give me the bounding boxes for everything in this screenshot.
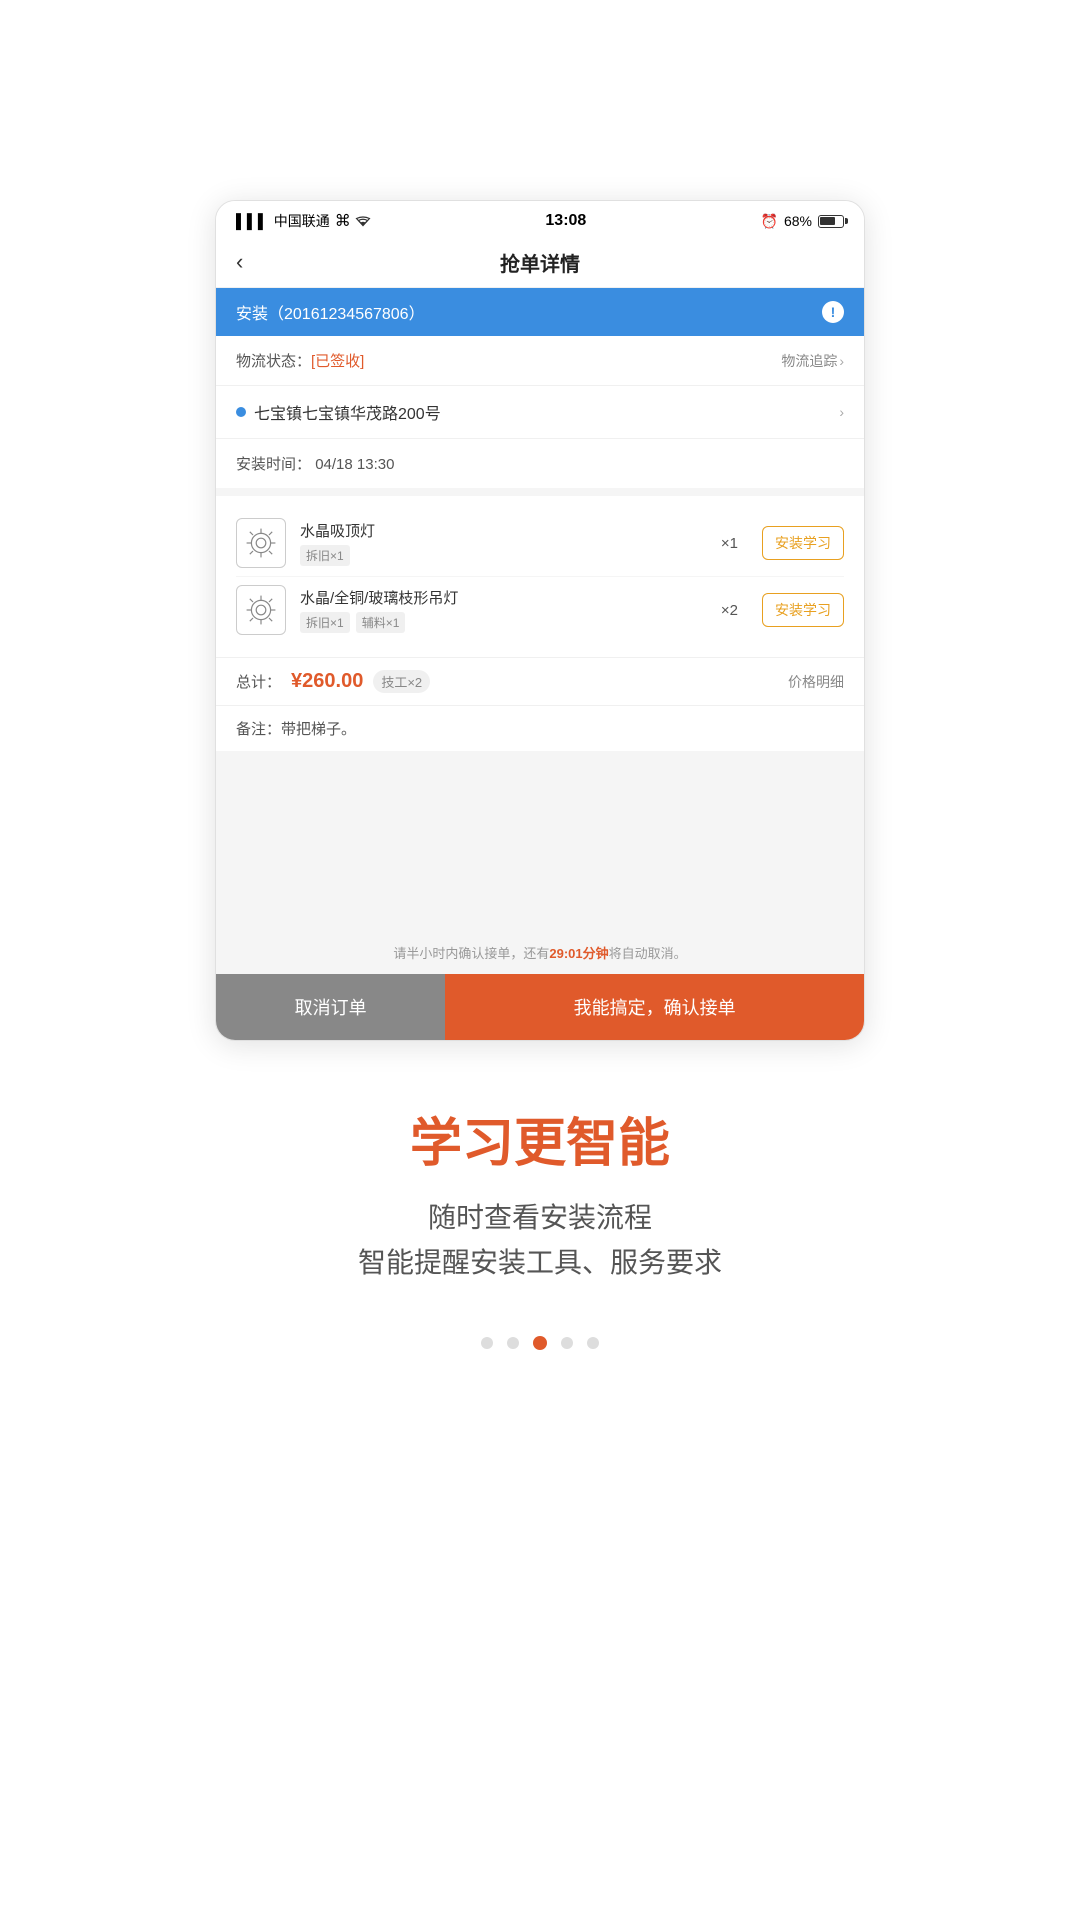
wifi-icon: ⌘	[335, 211, 371, 231]
order-banner: 安装（20161234567806） !	[216, 288, 864, 336]
product-name-1: 水晶吸顶灯	[300, 520, 707, 541]
timer-before: 请半小时内确认接单，还有	[393, 946, 549, 961]
total-label: 总计：	[236, 671, 281, 692]
install-time-row: 安装时间： 04/18 13:30	[216, 438, 864, 488]
battery-pct: 68%	[784, 213, 812, 229]
product-icon-2	[236, 585, 286, 635]
page-title: 抢单详情	[500, 248, 580, 277]
bottom-btns: 取消订单 我能搞定，确认接单	[216, 974, 864, 1040]
timer-row: 请半小时内确认接单，还有29:01分钟将自动取消。	[216, 931, 864, 974]
status-left: ▌▌▌ 中国联通 ⌘	[236, 211, 371, 231]
carrier-label: 中国联通	[274, 211, 330, 231]
product-tags-1: 拆旧×1	[300, 545, 707, 566]
product-name-2: 水晶/全铜/玻璃枝形吊灯	[300, 587, 707, 608]
app-header: ‹ 抢单详情	[216, 237, 864, 288]
dot-2[interactable]	[533, 1336, 547, 1350]
page-wrapper: ▌▌▌ 中国联通 ⌘ 13:08 ⏰ 68%	[0, 0, 1080, 1920]
address-dot-icon	[236, 407, 246, 417]
worker-badge: 技工×2	[373, 670, 430, 693]
logistics-track-btn[interactable]: 物流追踪 ›	[781, 351, 844, 371]
product-tag-1-0: 拆旧×1	[300, 545, 350, 566]
gray-area	[216, 751, 864, 931]
install-time-value: 04/18 13:30	[315, 456, 394, 473]
product-tag-2-0: 拆旧×1	[300, 612, 350, 633]
logistics-section: 物流状态：[已签收] 物流追踪 ›	[216, 336, 864, 385]
status-bar: ▌▌▌ 中国联通 ⌘ 13:08 ⏰ 68%	[216, 201, 864, 237]
product-row-2: 水晶/全铜/玻璃枝形吊灯 拆旧×1 辅料×1 ×2 安装学习	[236, 577, 844, 643]
dot-1[interactable]	[507, 1337, 519, 1349]
product-tag-2-1: 辅料×1	[356, 612, 406, 633]
cancel-order-button[interactable]: 取消订单	[216, 974, 445, 1040]
address-text: 七宝镇七宝镇华茂路200号	[254, 400, 839, 424]
product-qty-2: ×2	[721, 602, 738, 619]
status-time: 13:08	[545, 212, 586, 230]
product-info-2: 水晶/全铜/玻璃枝形吊灯 拆旧×1 辅料×1	[300, 587, 707, 633]
bottom-section: 学习更智能 随时查看安装流程 智能提醒安装工具、服务要求	[278, 1101, 802, 1286]
product-tags-2: 拆旧×1 辅料×1	[300, 612, 707, 633]
subtitle-line1: 随时查看安装流程	[358, 1196, 722, 1241]
subtitle-text: 随时查看安装流程 智能提醒安装工具、服务要求	[358, 1196, 722, 1286]
product-info-1: 水晶吸顶灯 拆旧×1	[300, 520, 707, 566]
install-time-label: 安装时间：	[236, 456, 311, 473]
install-learn-btn-2[interactable]: 安装学习	[762, 593, 844, 627]
note-text: 备注：带把梯子。	[236, 721, 356, 738]
order-banner-text: 安装（20161234567806）	[236, 300, 425, 324]
back-button[interactable]: ‹	[236, 249, 243, 275]
headline-text: 学习更智能	[358, 1101, 722, 1176]
timer-after: 将自动取消。	[609, 946, 687, 961]
price-detail-btn[interactable]: 价格明细	[788, 672, 844, 692]
total-row: 总计： ¥260.00 技工×2 价格明细	[216, 657, 864, 705]
install-learn-btn-1[interactable]: 安装学习	[762, 526, 844, 560]
logistics-status-value: [已签收]	[311, 353, 364, 370]
signal-icon: ▌▌▌	[236, 213, 269, 229]
status-right: ⏰ 68%	[761, 213, 844, 230]
dot-4[interactable]	[587, 1337, 599, 1349]
phone-frame: ▌▌▌ 中国联通 ⌘ 13:08 ⏰ 68%	[215, 200, 865, 1041]
chevron-right-icon: ›	[839, 353, 844, 369]
exclamation-icon: !	[822, 301, 844, 323]
product-icon-1	[236, 518, 286, 568]
note-row: 备注：带把梯子。	[216, 705, 864, 751]
products-section: 水晶吸顶灯 拆旧×1 ×1 安装学习	[216, 488, 864, 657]
dot-0[interactable]	[481, 1337, 493, 1349]
product-row-1: 水晶吸顶灯 拆旧×1 ×1 安装学习	[236, 510, 844, 577]
product-qty-1: ×1	[721, 535, 738, 552]
pagination-dots	[481, 1336, 599, 1350]
logistics-label: 物流状态：[已签收]	[236, 350, 364, 371]
confirm-order-button[interactable]: 我能搞定，确认接单	[445, 974, 864, 1040]
battery-icon	[818, 215, 844, 228]
alarm-icon: ⏰	[761, 213, 778, 230]
dot-3[interactable]	[561, 1337, 573, 1349]
total-price: ¥260.00	[291, 670, 363, 693]
address-row[interactable]: 七宝镇七宝镇华茂路200号 ›	[216, 385, 864, 438]
subtitle-line2: 智能提醒安装工具、服务要求	[358, 1241, 722, 1286]
address-chevron-icon: ›	[839, 404, 844, 420]
timer-time: 29:01分钟	[549, 946, 608, 961]
logistics-row: 物流状态：[已签收] 物流追踪 ›	[236, 350, 844, 371]
